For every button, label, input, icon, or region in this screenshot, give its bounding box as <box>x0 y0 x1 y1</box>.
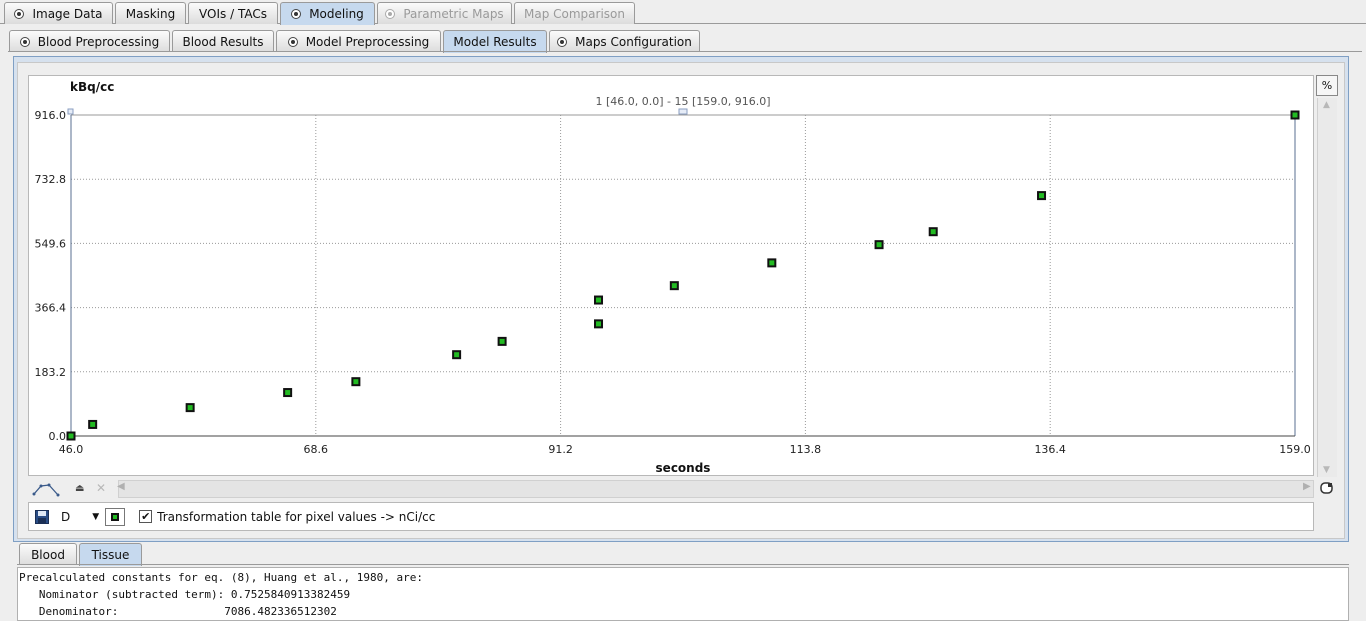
tab-label: Maps Configuration <box>575 34 692 49</box>
tab-label: Modeling <box>309 7 364 21</box>
tab-tissue[interactable]: Tissue <box>79 543 142 566</box>
tab-label: Model Preprocessing <box>305 34 430 49</box>
data-point <box>66 431 76 441</box>
tab-blood-preprocessing[interactable]: Blood Preprocessing <box>9 30 170 52</box>
tab-label: Tissue <box>91 548 130 562</box>
transformation-checkbox[interactable]: ✔ <box>139 510 153 523</box>
range-handle <box>678 108 688 115</box>
tab-model-preprocessing[interactable]: Model Preprocessing <box>276 30 441 52</box>
range-handle <box>67 108 74 115</box>
tab-label: Map Comparison <box>524 6 625 21</box>
tab-map-comparison[interactable]: Map Comparison <box>514 2 635 24</box>
y-tick-label: 549.6 <box>35 237 67 250</box>
data-point <box>185 403 195 413</box>
data-point <box>283 388 293 398</box>
tab-image-data[interactable]: Image Data <box>4 2 113 24</box>
data-point <box>594 295 604 305</box>
tab-label: Blood Results <box>182 34 264 49</box>
scatter-chart: 0.0 183.2 366.4 549.6 732.8 916.0 46.0 68.6 91.2… <box>35 80 1311 475</box>
results-line: Nominator (subtracted term): 0.752584091… <box>19 588 351 601</box>
tab-label: Image Data <box>32 6 103 21</box>
x-tick-label: 91.2 <box>548 443 573 456</box>
chevron-down-icon[interactable]: ▼ <box>92 512 99 522</box>
tab-blood-results[interactable]: Blood Results <box>172 30 274 52</box>
tab-model-results[interactable]: Model Results <box>443 30 547 53</box>
x-tick-label: 46.0 <box>59 443 84 456</box>
scroll-up-icon[interactable]: ▲ <box>1323 100 1330 110</box>
curve-tools-row: ⏏ ✕ ◀ ▶ <box>28 479 1314 499</box>
range-readout: 1 [46.0, 0.0] - 15 [159.0, 916.0] <box>595 95 770 108</box>
y-tick-label: 183.2 <box>35 366 67 379</box>
scroll-down-icon[interactable]: ▼ <box>1323 465 1330 475</box>
radio-dot-icon <box>19 36 30 47</box>
scroll-left-icon[interactable]: ◀ <box>117 481 125 492</box>
close-icon[interactable]: ✕ <box>96 481 106 495</box>
tab-label: Masking <box>125 6 176 21</box>
tab-label: Blood Preprocessing <box>37 34 160 49</box>
transformation-label: Transformation table for pixel values ->… <box>157 509 436 524</box>
x-tick-label: 136.4 <box>1034 443 1066 456</box>
eject-icon[interactable]: ⏏ <box>75 483 84 494</box>
tab-maps-configuration[interactable]: Maps Configuration <box>549 30 700 52</box>
tab-masking[interactable]: Masking <box>115 2 186 24</box>
data-point <box>497 336 507 346</box>
curve-name: D <box>61 509 71 524</box>
percent-button[interactable]: % <box>1316 75 1338 96</box>
square-marker-icon <box>111 512 120 521</box>
tab-parametric-maps[interactable]: Parametric Maps <box>377 2 512 24</box>
y-axis-label: kBq/cc <box>70 80 114 94</box>
y-tick-label: 366.4 <box>35 302 67 315</box>
tab-label: VOIs / TACs <box>199 6 267 21</box>
curve-style-icon[interactable] <box>32 481 60 500</box>
results-tab-bar: Blood Tissue <box>0 543 1366 566</box>
data-point <box>669 281 679 291</box>
results-text[interactable]: Precalculated constants for eq. (8), Hua… <box>17 567 1349 621</box>
results-line: Denominator: 7086.482336512302 <box>19 605 337 618</box>
radio-dot-icon <box>14 8 25 19</box>
tab-label: Parametric Maps <box>403 6 504 21</box>
scroll-right-icon[interactable]: ▶ <box>1303 481 1311 492</box>
radio-dot-icon <box>287 36 298 47</box>
data-point <box>1290 110 1300 120</box>
data-point <box>928 227 938 237</box>
modeling-tab-bar: Blood Preprocessing Blood Results Model … <box>0 28 1366 53</box>
radio-dot-icon <box>557 36 568 47</box>
data-point <box>874 240 884 250</box>
data-point <box>351 377 361 387</box>
data-point <box>594 319 604 329</box>
curve-marker-button[interactable] <box>105 507 126 526</box>
plot-area[interactable]: 0.0 183.2 366.4 549.6 732.8 916.0 46.0 68.6 91.2… <box>28 75 1314 476</box>
data-point <box>452 350 462 360</box>
tab-divider <box>17 564 1349 565</box>
tab-vois-tacs[interactable]: VOIs / TACs <box>188 2 278 24</box>
tab-divider <box>8 51 1362 52</box>
x-tick-label: 159.0 <box>1279 443 1311 456</box>
horizontal-scrollbar[interactable] <box>118 480 1314 498</box>
vertical-scrollbar[interactable]: ▲ ▼ <box>1317 98 1337 477</box>
data-point <box>88 419 98 429</box>
tab-blood[interactable]: Blood <box>19 543 77 565</box>
y-tick-label: 732.8 <box>35 173 67 186</box>
results-line: Precalculated constants for eq. (8), Hua… <box>19 571 423 584</box>
data-point <box>1037 191 1047 201</box>
radio-dot-icon <box>291 9 302 19</box>
data-point <box>767 258 777 268</box>
tab-label: Model Results <box>453 35 537 49</box>
main-tab-bar: Image Data Masking VOIs / TACs Modeling … <box>0 0 1366 25</box>
x-tick-label: 68.6 <box>304 443 329 456</box>
reset-zoom-icon[interactable] <box>1320 482 1334 494</box>
tab-modeling[interactable]: Modeling <box>280 2 375 25</box>
save-icon[interactable] <box>35 509 49 524</box>
tab-label: Blood <box>31 547 65 562</box>
curve-toolbar: D ▼ ✔ Transformation table for pixel val… <box>28 502 1314 531</box>
x-tick-label: 113.8 <box>790 443 822 456</box>
radio-dot-icon <box>385 8 396 19</box>
x-axis-label: seconds <box>656 461 711 475</box>
y-tick-label: 0.0 <box>49 430 67 443</box>
y-tick-label: 916.0 <box>35 109 67 122</box>
